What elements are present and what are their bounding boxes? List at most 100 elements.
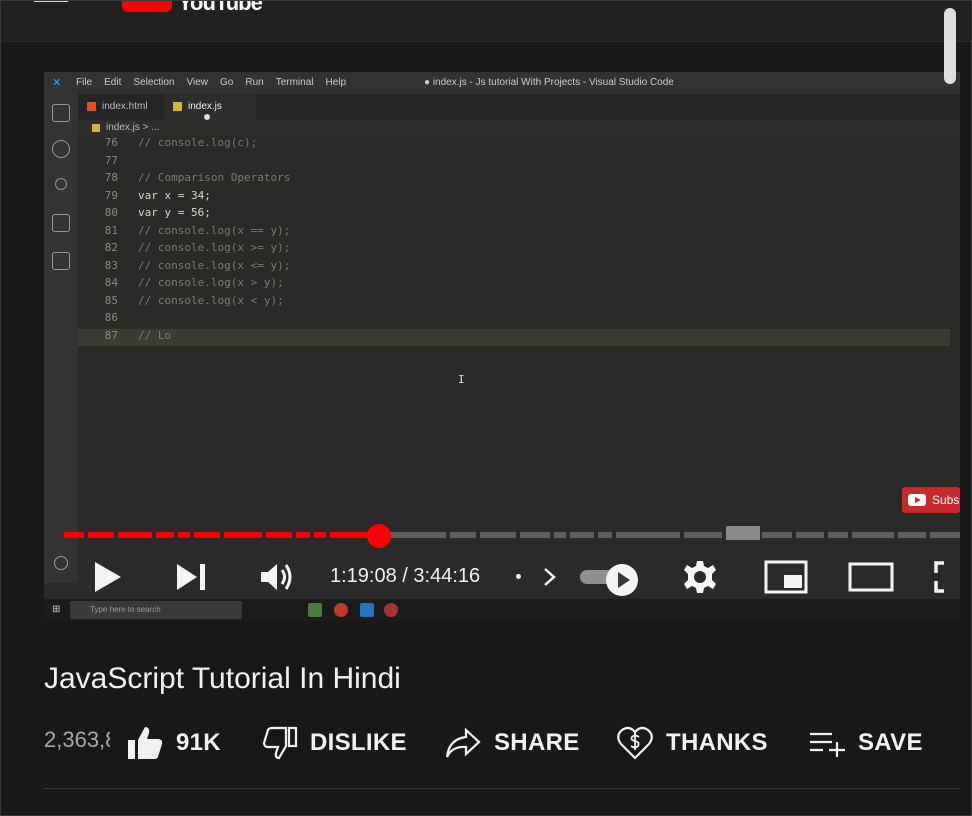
volume-button[interactable] <box>256 552 298 602</box>
chapter-gap <box>174 531 178 539</box>
page-scrollbar[interactable] <box>944 8 956 84</box>
windows-taskbar: ⊞ Type here to search <box>44 599 960 621</box>
playlist-add-icon <box>810 732 845 757</box>
line-number: 84 <box>104 276 118 289</box>
create-video-icon[interactable] <box>746 0 776 8</box>
code-text: var y = 56; <box>138 206 211 219</box>
player-controls: 1:19:08 / 3:44:16 <box>44 552 960 602</box>
autoplay-toggle[interactable] <box>580 564 638 596</box>
microphone-icon[interactable] <box>678 0 708 8</box>
dislike-button[interactable]: DISLIKE <box>262 724 407 762</box>
vscode-menu-item: Go <box>220 77 234 88</box>
code-text: // console.log(c); <box>138 136 258 149</box>
js-file-icon <box>92 124 100 132</box>
chapter-gap <box>680 531 684 539</box>
explorer-icon <box>52 104 70 122</box>
vscode-taskbar-icon <box>360 603 374 617</box>
fullscreen-icon <box>934 561 944 593</box>
thanks-label: THANKS <box>666 729 768 756</box>
time-display: 1:19:08 / 3:44:16 <box>330 565 481 587</box>
windows-start-icon: ⊞ <box>52 604 61 615</box>
play-button[interactable] <box>84 552 130 602</box>
line-number: 80 <box>104 206 118 219</box>
chapter-chevron-button[interactable] <box>540 565 560 594</box>
youtube-play-icon <box>908 494 926 506</box>
chapter-gap <box>926 531 930 539</box>
chevron-right-icon <box>544 568 556 586</box>
code-line: 86 <box>78 311 960 328</box>
apps-grid-icon[interactable] <box>818 0 848 8</box>
code-line: 81 // console.log(x == y); <box>78 224 960 241</box>
miniplayer-button[interactable] <box>762 552 810 602</box>
code-line: 80 var y = 56; <box>78 206 960 223</box>
code-text: // Lo <box>138 328 172 342</box>
chapter-gap <box>566 531 570 539</box>
chapter-gap <box>446 531 450 539</box>
fullscreen-button[interactable] <box>932 552 960 602</box>
code-line: 76 // console.log(c); <box>78 136 960 153</box>
chapter-gap <box>262 531 266 539</box>
tab-index-html: index.html <box>78 94 164 120</box>
like-button[interactable]: 91K <box>126 724 221 762</box>
chapter-gap <box>848 531 852 539</box>
dislike-label: DISLIKE <box>310 729 407 756</box>
search-icon[interactable] <box>608 0 638 8</box>
menu-icon[interactable] <box>34 0 68 2</box>
play-icon <box>95 562 121 592</box>
volume-icon <box>261 564 292 590</box>
save-button[interactable]: SAVE <box>808 724 923 762</box>
chapter-gap <box>550 531 554 539</box>
share-label: SHARE <box>494 729 580 756</box>
theater-mode-icon <box>848 562 894 592</box>
theater-mode-button[interactable] <box>846 552 896 602</box>
save-label: SAVE <box>858 729 923 756</box>
taskbar-app-icon <box>384 603 398 617</box>
tab-label: index.js <box>188 101 222 112</box>
text-cursor-icon: I <box>458 373 465 386</box>
subscribe-watermark-label: Subs <box>932 493 960 507</box>
thanks-button[interactable]: THANKS <box>616 724 768 762</box>
settings-button[interactable] <box>678 552 722 602</box>
html-file-icon <box>87 102 96 111</box>
share-arrow-icon <box>445 727 481 758</box>
progress-bar[interactable] <box>64 524 960 548</box>
line-number: 82 <box>104 241 118 254</box>
code-text: // console.log(x < y); <box>138 293 284 307</box>
miniplayer-icon <box>764 560 808 594</box>
line-number: 78 <box>104 171 118 184</box>
breadcrumb-text: index.js > ... <box>106 122 160 133</box>
vscode-editor: 76 // console.log(c); 77 78 // Compariso… <box>78 136 960 599</box>
extensions-icon <box>52 252 70 270</box>
vscode-menu-item: Edit <box>104 77 122 88</box>
vscode-tab-bar: index.html index.js <box>78 94 960 121</box>
share-button[interactable]: SHARE <box>444 724 580 762</box>
youtube-watch-page: YouTube ✕ File Edit Selection View Go Ru… <box>0 0 972 816</box>
vscode-menu-item: Help <box>325 77 347 88</box>
subscribe-watermark[interactable]: Subs <box>902 487 960 513</box>
code-text: var x = 34; <box>138 188 211 202</box>
autoplay-play-icon <box>606 564 638 596</box>
chapter-gap <box>152 531 156 539</box>
current-code-line: 87 // Lo <box>78 328 950 346</box>
scrubber-handle[interactable] <box>367 524 391 548</box>
heart-dollar-icon <box>617 726 653 760</box>
notifications-bell-icon[interactable] <box>892 0 922 8</box>
code-line: 83 // console.log(x <= y); <box>78 259 960 276</box>
youtube-logo[interactable]: YouTube <box>122 0 263 15</box>
section-divider <box>44 788 960 789</box>
run-debug-icon <box>52 214 70 232</box>
chapter-gap <box>220 531 224 539</box>
line-number: 86 <box>104 311 118 324</box>
chapter-gap <box>190 531 194 539</box>
chapter-gap <box>612 531 616 539</box>
video-player[interactable]: ✕ File Edit Selection View Go Run Termin… <box>44 72 960 621</box>
vscode-menu-item: Selection <box>133 77 175 88</box>
chapter-gap <box>292 531 296 539</box>
chapter-gap <box>594 531 598 539</box>
masthead: YouTube <box>0 0 972 42</box>
skip-next-icon <box>177 564 205 590</box>
youtube-logo-text: YouTube <box>178 0 263 15</box>
vscode-titlebar: ✕ File Edit Selection View Go Run Termin… <box>44 72 960 94</box>
tab-index-js: index.js <box>164 94 256 121</box>
next-button[interactable] <box>170 552 212 602</box>
